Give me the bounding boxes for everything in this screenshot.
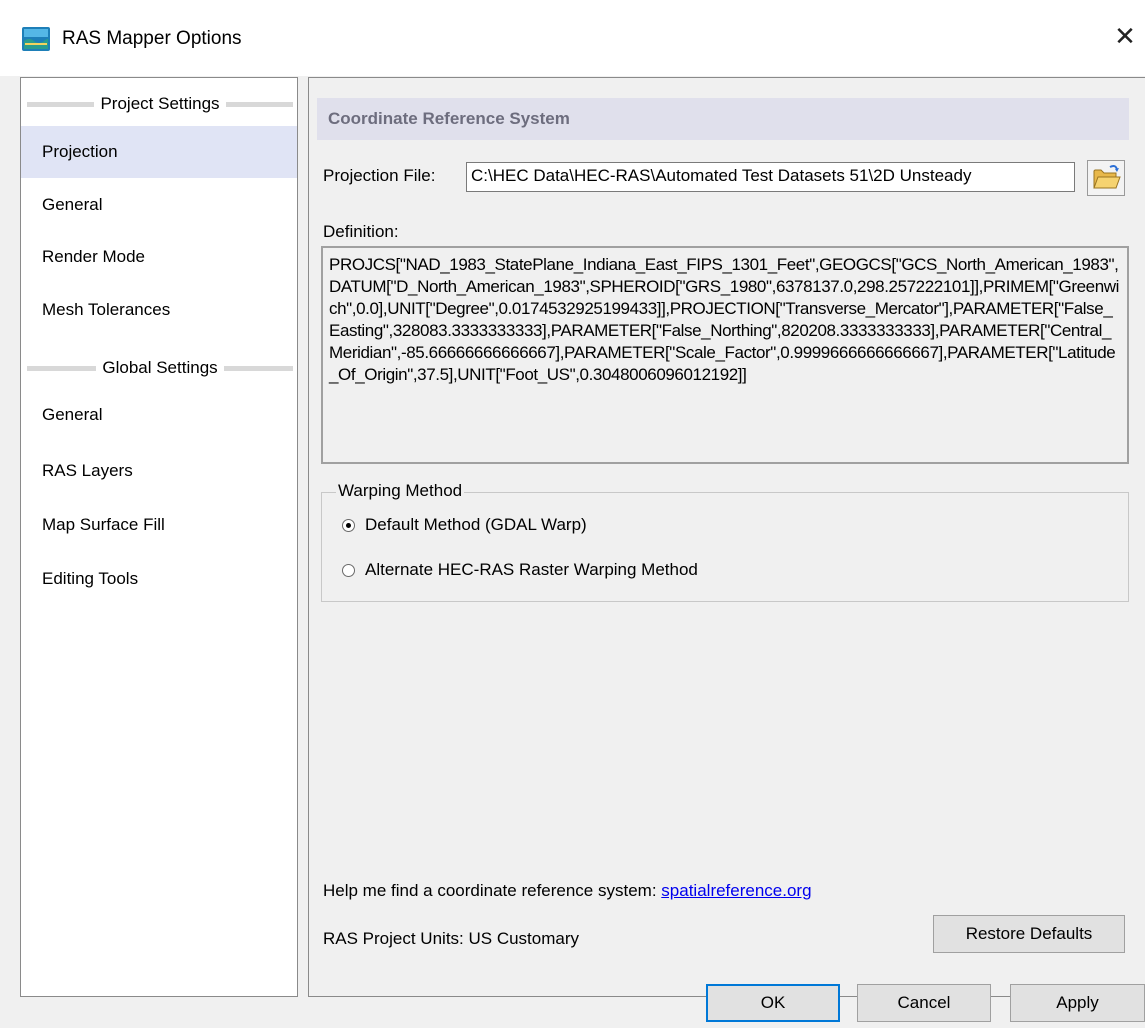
radio-alternate-method[interactable]: Alternate HEC-RAS Raster Warping Method [342,558,698,582]
group-label: Project Settings [100,94,220,113]
warping-method-group: Warping Method Default Method (GDAL Warp… [321,481,1129,602]
help-text: Help me find a coordinate reference syst… [323,881,812,901]
settings-nav: Project Settings Projection General Rend… [20,77,298,997]
projection-file-label: Projection File: [323,166,436,185]
nav-item-map-surface-fill[interactable]: Map Surface Fill [21,499,297,551]
open-folder-icon [1093,165,1121,189]
restore-defaults-button[interactable]: Restore Defaults [933,915,1125,953]
apply-button[interactable]: Apply [1010,984,1145,1022]
radio-default-method[interactable]: Default Method (GDAL Warp) [342,513,587,537]
warping-method-legend: Warping Method [336,481,465,501]
definition-label: Definition: [323,222,399,241]
nav-item-render-mode[interactable]: Render Mode [21,231,297,283]
radio-label: Default Method (GDAL Warp) [365,515,587,534]
project-units: RAS Project Units: US Customary [323,929,580,948]
nav-item-editing-tools[interactable]: Editing Tools [21,553,297,605]
group-header-project-settings: Project Settings [21,93,297,115]
ok-button[interactable]: OK [706,984,840,1022]
window-title: RAS Mapper Options [62,28,242,49]
settings-content: Coordinate Reference System Projection F… [308,77,1145,997]
section-title: Coordinate Reference System [317,98,1129,140]
browse-folder-button[interactable] [1087,160,1125,196]
nav-item-global-general[interactable]: General [21,389,297,441]
title-bar: RAS Mapper Options ✕ [0,0,1145,76]
nav-item-projection[interactable]: Projection [21,126,297,178]
close-icon[interactable]: ✕ [1110,22,1140,52]
group-header-global-settings: Global Settings [21,357,297,379]
ras-mapper-icon [22,27,50,51]
nav-item-ras-layers[interactable]: RAS Layers [21,445,297,497]
projection-file-input[interactable]: C:\HEC Data\HEC-RAS\Automated Test Datas… [466,162,1075,192]
group-label: Global Settings [102,358,218,377]
cancel-button[interactable]: Cancel [857,984,991,1022]
radio-label: Alternate HEC-RAS Raster Warping Method [365,560,698,579]
radio-button[interactable] [342,563,355,577]
nav-item-mesh-tolerances[interactable]: Mesh Tolerances [21,284,297,336]
radio-button[interactable] [342,518,355,532]
nav-item-project-general[interactable]: General [21,179,297,231]
definition-text: PROJCS["NAD_1983_StatePlane_Indiana_East… [321,246,1129,464]
help-label: Help me find a coordinate reference syst… [323,881,657,900]
spatialreference-link[interactable]: spatialreference.org [661,881,811,900]
